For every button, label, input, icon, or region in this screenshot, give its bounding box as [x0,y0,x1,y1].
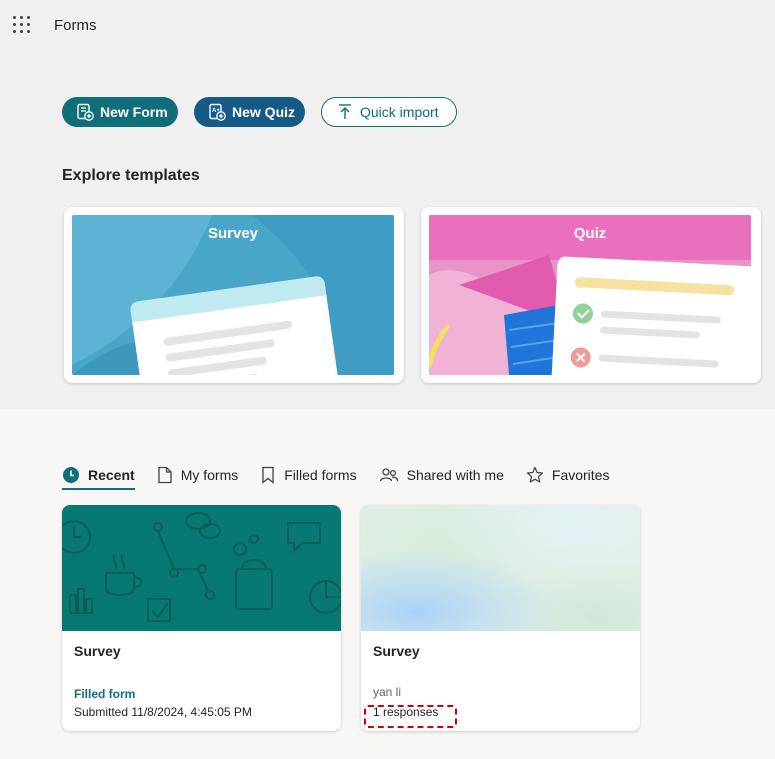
tab-favorites-label: Favorites [551,467,610,483]
tab-shared-with-me-label: Shared with me [406,467,504,483]
quick-import-label: Quick import [360,104,439,120]
filled-form-status: Filled form [74,687,136,701]
tab-recent[interactable]: Recent [62,462,135,490]
bookmark-icon [262,466,274,484]
app-launcher-icon[interactable] [13,16,31,34]
tab-recent-label: Recent [88,467,135,483]
new-form-label: New Form [100,104,168,120]
clock-icon [63,467,79,483]
tab-my-forms[interactable]: My forms [157,462,239,488]
tab-favorites[interactable]: Favorites [526,462,610,488]
survey-template-label: Survey [207,225,259,242]
new-form-icon [77,103,94,121]
app-title: Forms [54,17,97,34]
new-quiz-label: New Quiz [232,104,296,120]
new-quiz-icon: A+ [209,103,226,121]
quiz-template-thumbnail: Quiz [429,215,751,375]
responses-highlight-box [364,705,457,728]
form-card-banner [62,505,341,631]
form-owner-name: yan li [373,685,402,699]
tab-filled-forms[interactable]: Filled forms [260,462,357,488]
form-card-title: Survey [373,643,420,659]
tab-filled-forms-label: Filled forms [284,467,357,483]
quiz-template-label: Quiz [573,225,607,242]
survey-pattern-illustration [62,505,341,631]
star-icon [526,466,543,483]
forms-tab-list: Recent My forms Filled forms Shared with… [62,462,631,490]
survey-template-thumbnail: Survey [72,215,394,375]
quiz-template-card[interactable]: Quiz [421,207,761,383]
people-icon [379,468,398,482]
quick-import-button[interactable]: Quick import [321,97,457,127]
form-card-banner [361,505,640,631]
explore-templates-heading: Explore templates [62,167,200,184]
submitted-timestamp: Submitted 11/8/2024, 4:45:05 PM [74,705,252,719]
new-quiz-button[interactable]: A+ New Quiz [194,97,305,127]
recent-form-card[interactable]: Survey Filled form Submitted 11/8/2024, … [62,505,341,731]
upload-icon [339,104,351,119]
form-card-title: Survey [74,643,121,659]
survey-template-card[interactable]: Survey [64,207,404,383]
recent-form-card[interactable]: Survey yan li 1 responses [361,505,640,731]
new-form-button[interactable]: New Form [62,97,178,127]
document-icon [158,466,172,484]
tab-my-forms-label: My forms [180,467,239,483]
tab-shared-with-me[interactable]: Shared with me [379,462,504,488]
gradient-banner-illustration [361,505,640,631]
